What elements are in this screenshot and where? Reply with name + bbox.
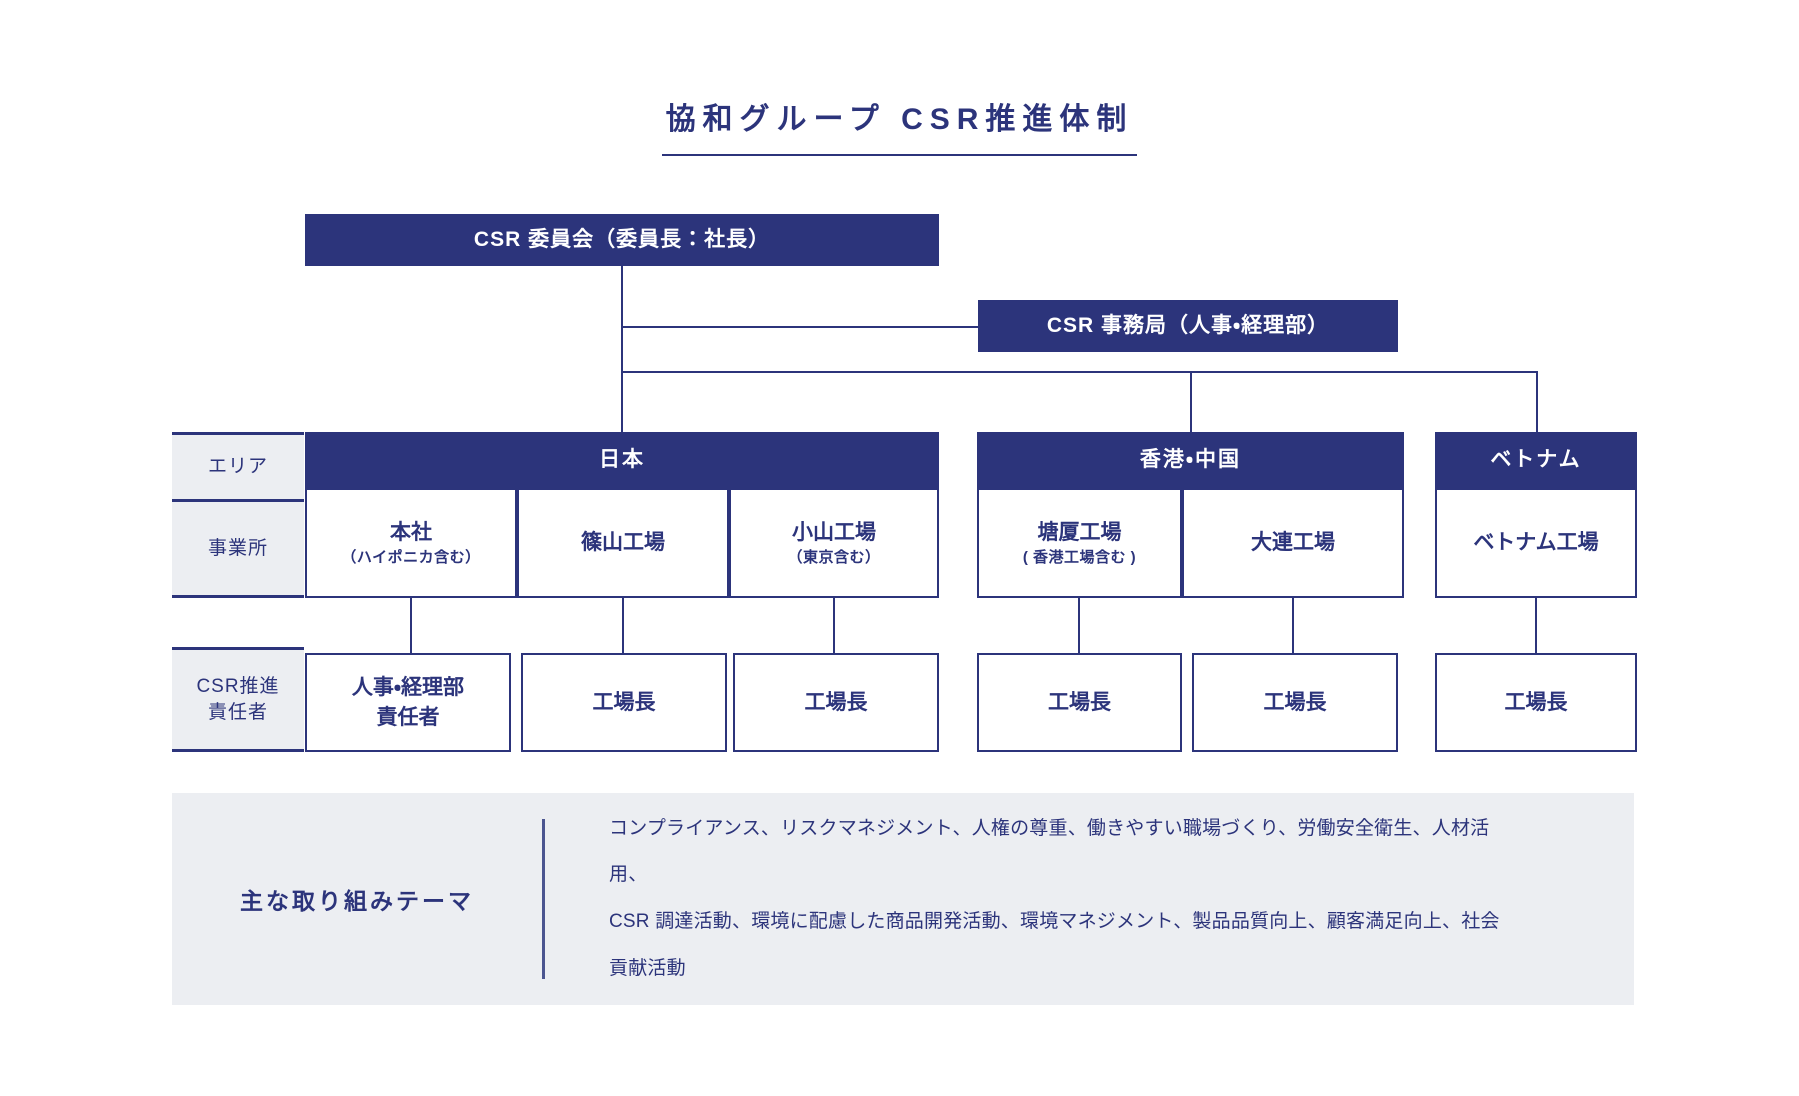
office-note-tangxia: ( 香港工場含む ) — [1022, 549, 1137, 567]
manager-box-vietnam: 工場長 — [1435, 653, 1637, 752]
row-label-csr-manager: CSR推進 責任者 — [172, 647, 304, 752]
office-name-oyama: 小山工場 — [792, 520, 876, 544]
office-box-sasayama: 篠山工場 — [517, 488, 729, 598]
office-note-honsha: （ハイポニカ含む） — [341, 549, 481, 567]
connector-vietnam-office-down — [1535, 598, 1537, 653]
area-header-japan: 日本 — [305, 432, 939, 488]
manager-box-tangxia: 工場長 — [977, 653, 1182, 752]
page-title: 協和グループ CSR推進体制 — [0, 94, 1799, 156]
connector-honsha-down — [410, 598, 412, 653]
manager-line1-honsha: 人事・経理部 — [351, 676, 465, 700]
office-box-dalian: 大連工場 — [1182, 488, 1404, 598]
themes-body: コンプライアンス、リスクマネジメント、人権の尊重、働きやすい職場づくり、労働安全… — [545, 806, 1545, 992]
connector-hk-china-down — [1190, 371, 1192, 432]
connector-dalian-down — [1292, 598, 1294, 653]
office-note-oyama: （東京含む） — [787, 549, 881, 567]
themes-line-3: 貢献活動 — [609, 957, 686, 979]
manager-line2-honsha: 責任者 — [376, 705, 440, 729]
connector-oyama-down — [833, 598, 835, 653]
office-box-vietnam: ベトナム工場 — [1435, 488, 1637, 598]
connector-committee-down — [621, 266, 623, 432]
office-name-honsha: 本社 — [390, 520, 432, 544]
page-title-text: 協和グループ CSR推進体制 — [661, 94, 1138, 156]
themes-label: 主な取り組みテーマ — [240, 888, 474, 914]
themes-panel: 主な取り組みテーマ コンプライアンス、リスクマネジメント、人権の尊重、働きやすい… — [172, 793, 1634, 1005]
connector-committee-to-secretariat — [621, 326, 980, 328]
row-label-csr-manager-line1: CSR推進 — [196, 675, 280, 697]
manager-box-oyama: 工場長 — [733, 653, 939, 752]
connector-sasayama-down — [622, 598, 624, 653]
themes-line-2: CSR 調達活動、環境に配慮した商品開発活動、環境マネジメント、製品品質向上、顧… — [609, 911, 1500, 932]
connector-tangxia-down — [1078, 598, 1080, 653]
manager-box-honsha: 人事・経理部 責任者 — [305, 653, 511, 752]
csr-structure-diagram: 協和グループ CSR推進体制 CSR 委員会（委員長：社長） CSR 事務局（人… — [0, 0, 1799, 1096]
csr-secretariat-box: CSR 事務局（人事・経理部） — [978, 300, 1398, 352]
row-label-area: エリア — [172, 432, 304, 502]
csr-committee-box: CSR 委員会（委員長：社長） — [305, 214, 939, 266]
area-header-vietnam: ベトナム — [1435, 432, 1637, 488]
manager-box-sasayama: 工場長 — [521, 653, 727, 752]
row-label-office: 事業所 — [172, 502, 304, 598]
connector-vietnam-down — [1536, 371, 1538, 432]
connector-area-bus — [621, 371, 1538, 373]
office-box-honsha: 本社 （ハイポニカ含む） — [305, 488, 517, 598]
manager-box-dalian: 工場長 — [1192, 653, 1398, 752]
themes-line-1: コンプライアンス、リスクマネジメント、人権の尊重、働きやすい職場づくり、労働安全… — [609, 817, 1490, 886]
office-name-tangxia: 塘厦工場 — [1037, 520, 1122, 544]
office-box-tangxia: 塘厦工場 ( 香港工場含む ) — [977, 488, 1182, 598]
row-label-csr-manager-line2: 責任者 — [207, 701, 268, 723]
office-box-oyama: 小山工場 （東京含む） — [729, 488, 939, 598]
area-header-hk-china: 香港・中国 — [977, 432, 1404, 488]
